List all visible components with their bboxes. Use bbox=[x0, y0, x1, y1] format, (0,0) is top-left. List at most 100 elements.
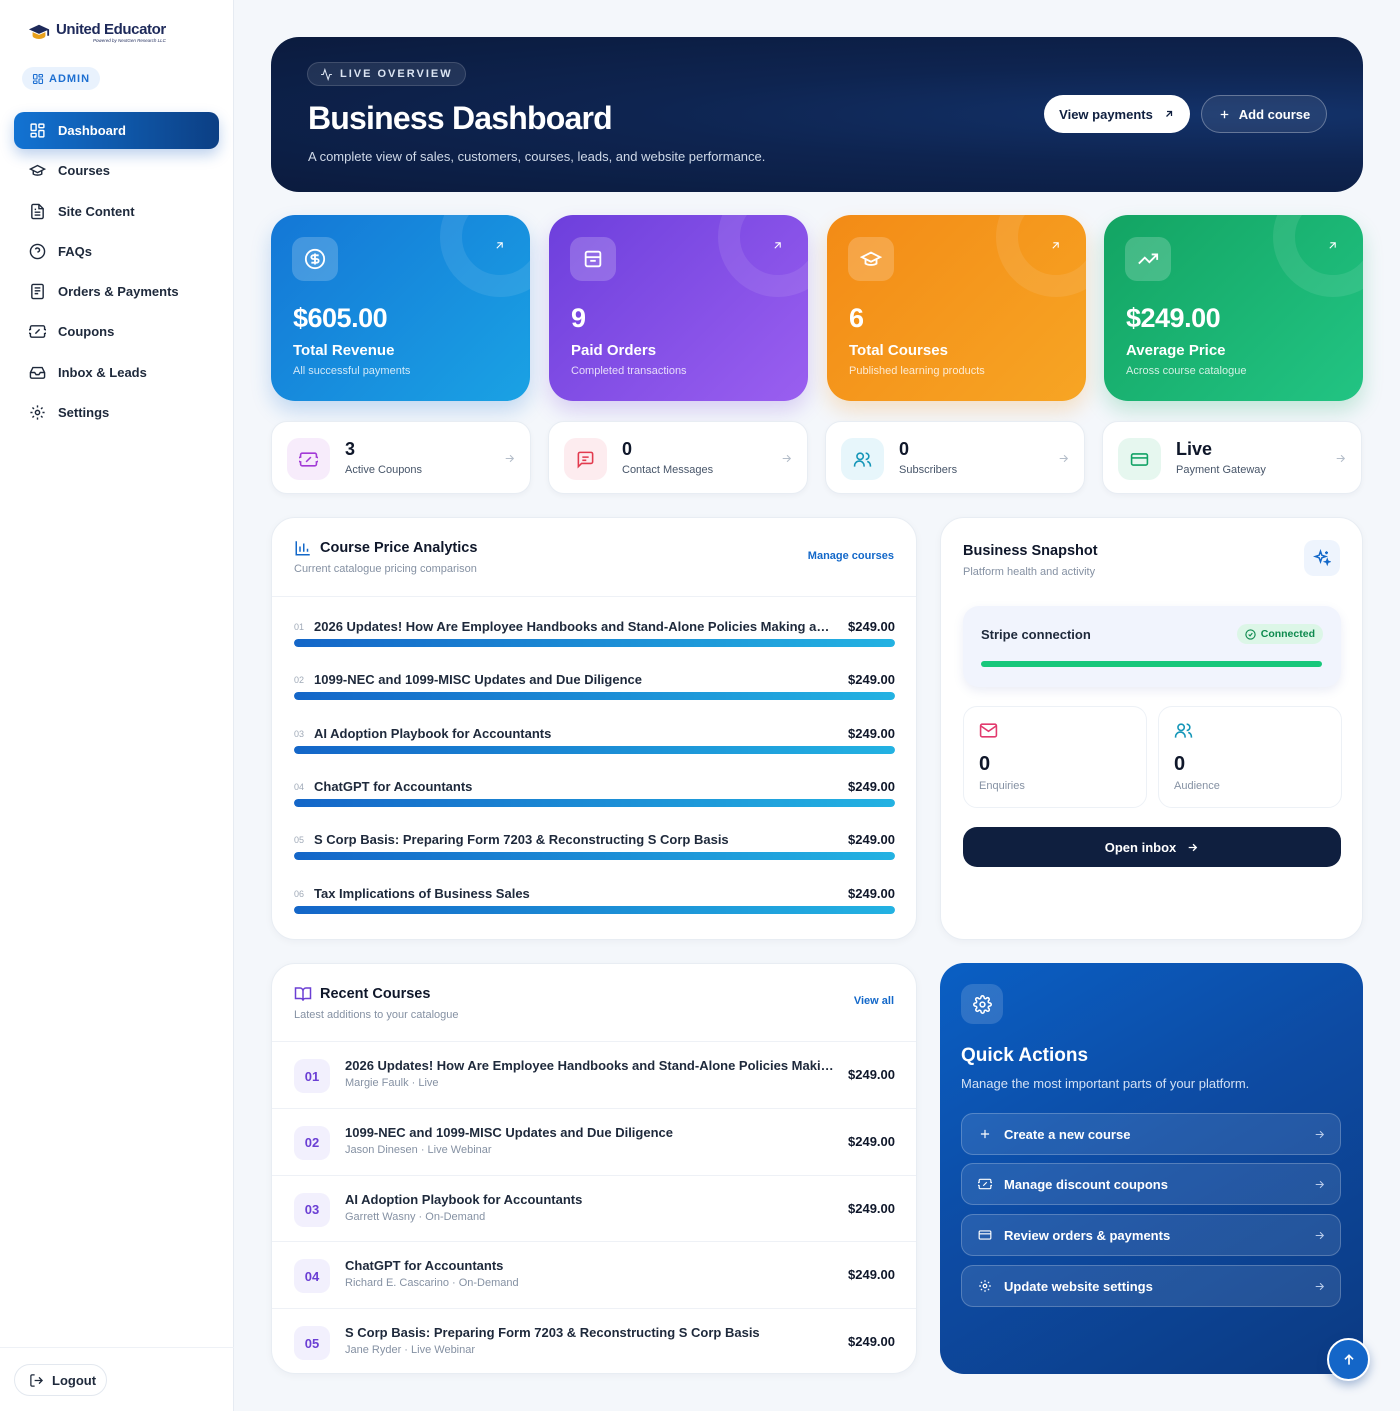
price-bar-fill bbox=[294, 692, 895, 701]
open-inbox-label: Open inbox bbox=[1104, 839, 1177, 855]
sidebar-item-settings[interactable]: Settings bbox=[14, 394, 219, 431]
mini-stat-label: Subscribers bbox=[899, 464, 958, 476]
audience-label: Audience bbox=[1174, 780, 1220, 792]
mini-stat-active-coupons[interactable]: 3 Active Coupons bbox=[271, 421, 531, 494]
admin-badge: ADMIN bbox=[22, 67, 101, 90]
course-price: $249.00 bbox=[848, 672, 895, 688]
course-price: $249.00 bbox=[848, 1133, 895, 1149]
sidebar-item-orders-payments[interactable]: Orders & Payments bbox=[14, 273, 219, 310]
scroll-to-top-button[interactable] bbox=[1327, 1338, 1370, 1381]
table-row[interactable]: 04 ChatGPT for Accountants Richard E. Casc… bbox=[272, 1241, 916, 1308]
open-inbox-button[interactable]: Open inbox bbox=[963, 827, 1341, 867]
logout-icon bbox=[30, 1373, 44, 1387]
mini-stat-payment-gateway[interactable]: Live Payment Gateway bbox=[1102, 421, 1362, 494]
sparkles-icon[interactable] bbox=[1304, 540, 1340, 576]
stripe-progress-fill bbox=[981, 661, 1322, 667]
users-icon bbox=[1174, 723, 1193, 738]
decorative-ring bbox=[996, 215, 1086, 297]
table-row[interactable]: 01 2026 Updates! How Are Employee Handboo… bbox=[272, 1041, 916, 1108]
course-price: $249.00 bbox=[848, 1067, 895, 1082]
arrow-right-icon bbox=[1315, 1130, 1325, 1139]
mini-stat-value: Live bbox=[1176, 439, 1213, 459]
price-bar bbox=[294, 852, 895, 861]
stat-card-total-courses[interactable]: 6 Total Courses Published learning produ… bbox=[827, 215, 1086, 401]
audience-tile[interactable]: 0 Audience bbox=[1158, 706, 1342, 808]
document-icon bbox=[31, 203, 44, 219]
gear-icon bbox=[961, 984, 1003, 1024]
graduation-cap-icon bbox=[29, 165, 46, 177]
credit-card-icon bbox=[978, 1230, 992, 1240]
update-settings-button[interactable]: Update website settings bbox=[961, 1265, 1341, 1307]
course-price: $249.00 bbox=[848, 778, 895, 794]
course-title: 2026 Updates! How Are Employee Handbooks… bbox=[345, 1058, 835, 1073]
enquiries-tile[interactable]: 0 Enquiries bbox=[963, 706, 1147, 808]
table-row[interactable]: 03 AI Adoption Playbook for Accountants Ga… bbox=[272, 1174, 916, 1242]
logout-button[interactable]: Logout bbox=[14, 1364, 107, 1396]
arrow-right-icon bbox=[1188, 843, 1198, 851]
sidebar-item-inbox-leads[interactable]: Inbox & Leads bbox=[14, 354, 219, 391]
review-orders-button[interactable]: Review orders & payments bbox=[961, 1214, 1341, 1256]
page-title: Business Dashboard bbox=[308, 100, 613, 136]
analytics-subtitle: Current catalogue pricing comparison bbox=[294, 563, 477, 575]
view-payments-button[interactable]: View payments bbox=[1044, 95, 1190, 133]
hero-banner: LIVE OVERVIEW Business Dashboard A compl… bbox=[271, 37, 1363, 192]
receipt-icon bbox=[31, 283, 44, 300]
stat-label: Average Price bbox=[1126, 342, 1226, 359]
manage-coupons-button[interactable]: Manage discount coupons bbox=[961, 1163, 1341, 1205]
brand-logo[interactable]: United Educator Powered by NextGen Resea… bbox=[28, 22, 166, 44]
gear-icon bbox=[30, 405, 45, 420]
course-price: $249.00 bbox=[848, 619, 895, 634]
course-title: AI Adoption Playbook for Accountants bbox=[345, 1191, 583, 1207]
sidebar-item-faqs[interactable]: FAQs bbox=[14, 233, 219, 270]
row-number: 04 bbox=[294, 781, 305, 792]
price-bar bbox=[294, 798, 895, 807]
add-course-button[interactable]: Add course bbox=[1201, 95, 1327, 133]
sidebar-item-site-content[interactable]: Site Content bbox=[14, 193, 219, 230]
stat-card-average-price[interactable]: $249.00 Average Price Across course cata… bbox=[1104, 215, 1363, 401]
course-meta: Jane Ryder · Live Webinar bbox=[345, 1344, 476, 1357]
view-all-link[interactable]: View all bbox=[854, 995, 894, 1007]
stat-card-paid-orders[interactable]: 9 Paid Orders Completed transactions bbox=[549, 215, 808, 401]
credit-card-icon bbox=[1118, 438, 1161, 480]
quick-actions-card: Quick Actions Manage the most important … bbox=[940, 963, 1363, 1374]
mini-stat-label: Active Coupons bbox=[345, 464, 423, 476]
sidebar-item-label: Orders & Payments bbox=[58, 284, 179, 300]
mini-stat-subscribers[interactable]: 0 Subscribers bbox=[825, 421, 1085, 494]
sidebar-item-label: Inbox & Leads bbox=[58, 364, 147, 380]
dashboard-icon bbox=[30, 123, 45, 138]
sidebar-item-coupons[interactable]: Coupons bbox=[14, 313, 219, 350]
row-number-badge: 05 bbox=[294, 1326, 330, 1361]
arrow-right-icon bbox=[1059, 454, 1069, 463]
stripe-progress-bar bbox=[981, 661, 1322, 667]
recent-subtitle: Latest additions to your catalogue bbox=[294, 1009, 459, 1021]
manage-courses-link[interactable]: Manage courses bbox=[808, 550, 894, 562]
plus-icon bbox=[1220, 110, 1229, 118]
snapshot-subtitle: Platform health and activity bbox=[963, 566, 1096, 578]
divider bbox=[272, 596, 916, 597]
sidebar-nav: Dashboard Courses Site Content FAQs Orde… bbox=[14, 112, 219, 434]
stat-sub: All successful payments bbox=[293, 365, 411, 377]
audience-value: 0 bbox=[1174, 753, 1186, 775]
table-row[interactable]: 02 1099-NEC and 1099-MISC Updates and Due… bbox=[272, 1107, 916, 1175]
row-number: 05 bbox=[294, 835, 305, 846]
stat-sub: Published learning products bbox=[849, 365, 985, 377]
ticket-icon bbox=[978, 1178, 992, 1190]
arrow-right-icon bbox=[505, 454, 515, 463]
table-row[interactable]: 05 S Corp Basis: Preparing Form 7203 & Re… bbox=[272, 1308, 916, 1373]
arrow-right-icon bbox=[782, 454, 792, 463]
update-settings-label: Update website settings bbox=[1004, 1278, 1153, 1294]
mini-stat-contact-messages[interactable]: 0 Contact Messages bbox=[548, 421, 808, 494]
create-course-button[interactable]: Create a new course bbox=[961, 1113, 1341, 1155]
sidebar-item-courses[interactable]: Courses bbox=[14, 152, 219, 189]
sidebar-item-dashboard[interactable]: Dashboard bbox=[14, 112, 219, 149]
stat-card-total-revenue[interactable]: $605.00 Total Revenue All successful pay… bbox=[271, 215, 530, 401]
book-open-icon bbox=[294, 987, 312, 1001]
ticket-icon bbox=[287, 438, 330, 480]
sidebar-item-label: Courses bbox=[58, 163, 111, 179]
page-subtitle: A complete view of sales, customers, cou… bbox=[308, 149, 766, 164]
manage-coupons-label: Manage discount coupons bbox=[1004, 1176, 1168, 1192]
course-price: $249.00 bbox=[848, 832, 895, 848]
sidebar: United Educator Powered by NextGen Resea… bbox=[0, 0, 234, 1411]
sidebar-item-label: FAQs bbox=[58, 243, 92, 259]
decorative-ring bbox=[1273, 215, 1363, 297]
